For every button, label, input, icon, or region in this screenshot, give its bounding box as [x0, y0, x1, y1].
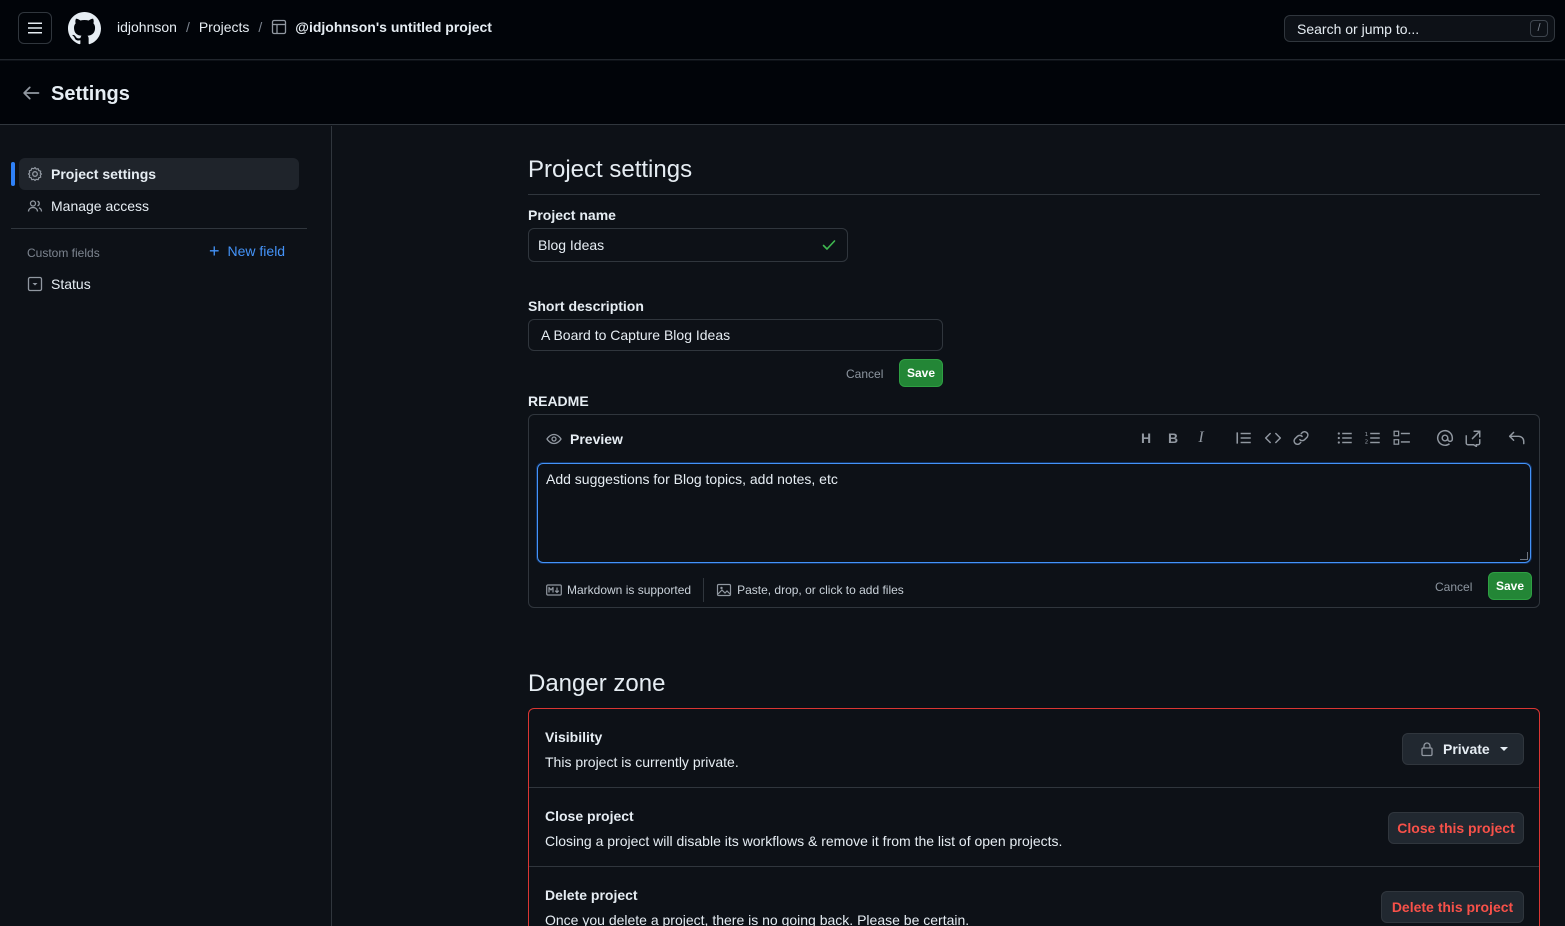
heading-icon[interactable]: H — [1137, 429, 1155, 447]
delete-project-description: Once you delete a project, there is no g… — [545, 912, 970, 926]
people-icon — [27, 200, 43, 212]
breadcrumb-projects[interactable]: Projects — [199, 19, 250, 35]
bulleted-list-icon[interactable] — [1336, 429, 1354, 447]
image-icon — [716, 583, 732, 597]
eye-icon — [546, 433, 562, 445]
plus-icon: + — [209, 241, 220, 261]
breadcrumb-separator: / — [258, 19, 263, 35]
danger-zone: Visibility This project is currently pri… — [528, 708, 1540, 926]
visibility-heading: Visibility — [545, 729, 603, 745]
search-input[interactable]: Search or jump to... / — [1284, 15, 1555, 42]
hamburger-icon — [28, 22, 42, 34]
close-project-description: Closing a project will disable its workf… — [545, 833, 1063, 849]
sidebar-item-label: Status — [51, 276, 91, 292]
short-description-label: Short description — [528, 298, 644, 314]
table-icon — [272, 19, 287, 35]
resize-handle[interactable] — [1520, 552, 1528, 560]
settings-sidebar: Project settings Manage access Custom fi… — [0, 126, 332, 926]
lock-icon — [1421, 742, 1433, 757]
project-name-value: Blog Ideas — [538, 237, 605, 253]
markdown-icon — [546, 584, 562, 596]
readme-cancel-button[interactable]: Cancel — [1435, 580, 1472, 594]
visibility-description: This project is currently private. — [545, 754, 739, 770]
visibility-dropdown[interactable]: Private — [1402, 733, 1524, 765]
single-select-icon — [27, 276, 43, 292]
preview-tab[interactable]: Preview — [546, 431, 623, 447]
custom-fields-heading: Custom fields — [27, 246, 100, 260]
delete-project-heading: Delete project — [545, 887, 638, 903]
description-cancel-button[interactable]: Cancel — [846, 367, 883, 381]
delete-project-button[interactable]: Delete this project — [1381, 891, 1524, 923]
settings-title: Settings — [51, 83, 130, 105]
task-list-icon[interactable] — [1393, 429, 1411, 447]
github-logo-icon[interactable] — [68, 12, 101, 45]
svg-text:1: 1 — [1365, 432, 1369, 438]
preview-label: Preview — [570, 431, 623, 447]
check-icon — [822, 240, 836, 250]
search-placeholder: Search or jump to... — [1297, 21, 1420, 37]
description-save-button[interactable]: Save — [899, 359, 943, 387]
breadcrumb-owner[interactable]: idjohnson — [117, 19, 177, 35]
sidebar-divider — [11, 228, 307, 229]
chevron-down-icon — [1499, 747, 1508, 751]
settings-header: Settings — [0, 61, 1565, 125]
sidebar-item-status-field[interactable]: Status — [19, 268, 299, 300]
project-name-input[interactable]: Blog Ideas — [528, 228, 848, 262]
cross-reference-icon[interactable] — [1464, 429, 1482, 447]
arrow-left-icon[interactable] — [21, 83, 41, 103]
mention-icon[interactable] — [1436, 429, 1454, 447]
code-icon[interactable] — [1264, 429, 1282, 447]
gear-icon — [27, 166, 43, 182]
readme-save-button[interactable]: Save — [1488, 572, 1532, 600]
breadcrumb-separator: / — [185, 19, 190, 35]
sidebar-item-label: Manage access — [51, 198, 150, 214]
title-divider — [528, 194, 1540, 195]
short-description-value: A Board to Capture Blog Ideas — [541, 327, 731, 343]
page-title: Project settings — [528, 156, 693, 183]
sidebar-item-label: Project settings — [51, 166, 157, 182]
sidebar-item-manage-access[interactable]: Manage access — [19, 190, 299, 222]
project-name-label: Project name — [528, 207, 616, 223]
link-icon[interactable] — [1292, 429, 1310, 447]
visibility-row: Visibility This project is currently pri… — [529, 709, 1539, 788]
italic-icon[interactable]: I — [1192, 429, 1210, 447]
quote-icon[interactable] — [1235, 429, 1253, 447]
markdown-note[interactable]: Markdown is supported — [567, 583, 691, 597]
readme-content: Add suggestions for Blog topics, add not… — [546, 471, 838, 487]
readme-footer: Markdown is supported Paste, drop, or cl… — [546, 578, 904, 602]
close-project-button[interactable]: Close this project — [1388, 812, 1524, 844]
close-project-row: Close project Closing a project will dis… — [529, 788, 1539, 867]
undo-icon[interactable] — [1508, 429, 1526, 447]
delete-project-row: Delete project Once you delete a project… — [529, 867, 1539, 926]
footer-divider — [703, 578, 705, 602]
search-shortcut-key: / — [1530, 20, 1548, 37]
close-project-heading: Close project — [545, 808, 634, 824]
short-description-input[interactable]: A Board to Capture Blog Ideas — [528, 319, 943, 351]
numbered-list-icon[interactable]: 12 — [1364, 429, 1382, 447]
breadcrumb: idjohnson / Projects / @idjohnson's unti… — [117, 19, 492, 35]
menu-button[interactable] — [18, 12, 52, 44]
breadcrumb-project[interactable]: @idjohnson's untitled project — [295, 19, 492, 35]
svg-text:2: 2 — [1365, 440, 1369, 446]
bold-icon[interactable]: B — [1164, 429, 1182, 447]
readme-editor: Preview H B I 12 Add suggestions for Blo… — [528, 414, 1540, 608]
add-files-button[interactable]: Paste, drop, or click to add files — [737, 583, 904, 597]
readme-textarea[interactable]: Add suggestions for Blog topics, add not… — [537, 463, 1531, 563]
active-indicator — [11, 162, 15, 186]
readme-label: README — [528, 393, 589, 409]
sidebar-item-project-settings[interactable]: Project settings — [19, 158, 299, 190]
new-field-button[interactable]: + New field — [209, 241, 286, 261]
danger-zone-title: Danger zone — [528, 670, 666, 697]
new-field-label: New field — [227, 243, 286, 259]
top-header: idjohnson / Projects / @idjohnson's unti… — [0, 0, 1565, 60]
visibility-value: Private — [1443, 741, 1490, 757]
